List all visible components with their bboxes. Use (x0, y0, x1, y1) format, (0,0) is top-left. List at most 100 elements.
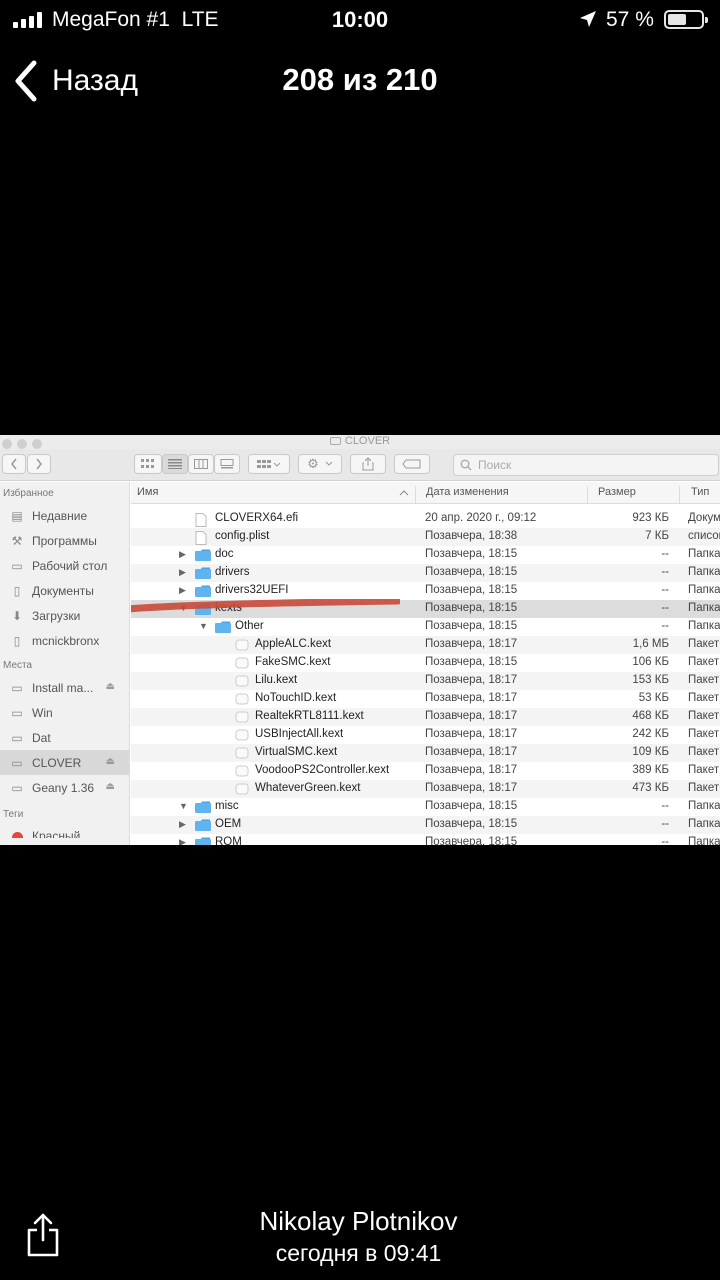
file-date: Позавчера, 18:17 (425, 746, 518, 758)
file-type: Пакет (688, 746, 720, 758)
window-title: CLOVER (0, 435, 720, 447)
table-row: config.plist Позавчера, 18:38 7 КБ список (131, 528, 720, 546)
folder-icon (195, 549, 211, 564)
file-date: Позавчера, 18:17 (425, 710, 518, 722)
chevron-left-icon (11, 458, 17, 470)
column-header: Имя Дата изменения Размер Тип (131, 482, 720, 504)
sidebar-item-home: ▯ mcnickbronx (0, 628, 129, 653)
column-name: Имя (137, 486, 159, 498)
file-date: Позавчера, 18:15 (425, 818, 518, 830)
file-size: -- (661, 548, 669, 560)
folder-icon (195, 801, 211, 816)
file-size: 242 КБ (632, 728, 669, 740)
file-date: Позавчера, 18:38 (425, 530, 518, 542)
file-name: Lilu.kext (255, 674, 298, 686)
file-type: Документ (688, 512, 720, 524)
table-row: FakeSMC.kext Позавчера, 18:15 106 КБ Пакет (131, 654, 720, 672)
file-name: VoodooPS2Controller.kext (255, 764, 390, 776)
eject-icon: ⏏ (105, 681, 115, 692)
sidebar-item-label: Документы (32, 583, 94, 598)
sidebar-item-label: Geany 1.36 (32, 780, 95, 795)
column-separator (587, 486, 588, 503)
file-name: config.plist (215, 530, 270, 542)
kext-package-icon (235, 747, 249, 762)
icon-view-button (134, 454, 162, 474)
page-title: 208 из 210 (282, 62, 438, 97)
tag-button (394, 454, 430, 474)
file-type: Папка (688, 620, 720, 632)
table-row: Lilu.kext Позавчера, 18:17 153 КБ Пакет (131, 672, 720, 690)
search-placeholder: Поиск (478, 458, 512, 472)
sidebar-item-tag-red: Красный (0, 824, 129, 838)
sidebar-item-recents: ▤ Недавние (0, 503, 129, 528)
column-type: Тип (691, 486, 710, 498)
battery-fill (668, 14, 686, 25)
tag-icon (402, 459, 421, 469)
sidebar-item-label: Программы (32, 533, 97, 548)
group-button (248, 454, 290, 474)
file-type: Папка (688, 818, 720, 830)
list-icon (168, 459, 182, 469)
file-type: Папка (688, 800, 720, 812)
file-type: Пакет (688, 656, 720, 668)
kext-package-icon (235, 711, 249, 726)
chevron-right-icon (36, 458, 42, 470)
grid-icon (141, 459, 154, 468)
group-grid-icon (257, 460, 281, 468)
file-type: Пакет (688, 638, 720, 650)
file-name: drivers (215, 566, 250, 578)
table-row: ▶ drivers Позавчера, 18:15 -- Папка (131, 564, 720, 582)
file-date: Позавчера, 18:17 (425, 674, 518, 686)
file-name: NoTouchID.kext (255, 692, 337, 704)
file-name: misc (215, 800, 239, 812)
file-size: 7 КБ (645, 530, 669, 542)
table-row: VoodooPS2Controller.kext Позавчера, 18:17… (131, 762, 720, 780)
file-size: -- (661, 602, 669, 614)
table-row: ▶ doc Позавчера, 18:15 -- Папка (131, 546, 720, 564)
file-type: Пакет (688, 764, 720, 776)
disclosure-closed-icon: ▶ (179, 567, 186, 577)
gallery-view-button (214, 454, 240, 474)
file-date: Позавчера, 18:15 (425, 800, 518, 812)
file-date: Позавчера, 18:15 (425, 656, 518, 668)
sort-chevron-icon (399, 490, 409, 496)
kext-package-icon (235, 657, 249, 672)
sidebar-item-win: ▭ Win (0, 700, 129, 725)
finder-titlebar: CLOVER (0, 435, 720, 449)
sidebar-item-label: CLOVER (32, 755, 82, 770)
status-bar: MegaFon #1 LTE 10:00 57 % (0, 0, 720, 40)
disk-icon (329, 437, 341, 446)
tags-header: Теги (3, 809, 24, 820)
disclosure-closed-icon: ▶ (179, 837, 186, 845)
file-size: -- (661, 818, 669, 830)
column-separator (679, 486, 680, 503)
home-folder-icon: ▯ (13, 633, 21, 648)
file-size: 473 КБ (632, 782, 669, 794)
file-date: Позавчера, 18:15 (425, 620, 518, 632)
file-name: FakeSMC.kext (255, 656, 331, 668)
nav-forward-button (27, 454, 51, 474)
file-date: Позавчера, 18:15 (425, 836, 518, 845)
window-title-text: CLOVER (344, 435, 391, 447)
kext-package-icon (235, 639, 249, 654)
sidebar-item-clover: ▭ CLOVER ⏏ (0, 750, 129, 775)
sidebar-item-geany: ▭ Geany 1.36 ⏏ (0, 775, 129, 800)
file-size: 1,6 МБ (632, 638, 669, 650)
table-row: ▶ ROM Позавчера, 18:15 -- Папка (131, 834, 720, 845)
gear-icon: ⚙ (307, 456, 319, 471)
file-date: Позавчера, 18:17 (425, 764, 518, 776)
battery-percent: 57 % (606, 8, 654, 31)
applications-icon: ⚒ (11, 533, 23, 548)
file-name: AppleALC.kext (255, 638, 332, 650)
photo-viewer-image[interactable]: CLOVER ⚙ Поиск Избранное ▤ Недавние ⚒ Пр… (0, 435, 720, 845)
disclosure-open-icon: ▼ (199, 621, 208, 631)
sidebar-item-dat: ▭ Dat (0, 725, 129, 750)
clock-icon: ▤ (11, 508, 23, 523)
column-separator (415, 486, 416, 503)
battery-nub (705, 17, 708, 23)
folder-icon (195, 585, 211, 600)
file-date: Позавчера, 18:15 (425, 584, 518, 596)
favorites-header: Избранное (3, 488, 54, 499)
file-size: 389 КБ (632, 764, 669, 776)
disclosure-closed-icon: ▶ (179, 549, 186, 559)
